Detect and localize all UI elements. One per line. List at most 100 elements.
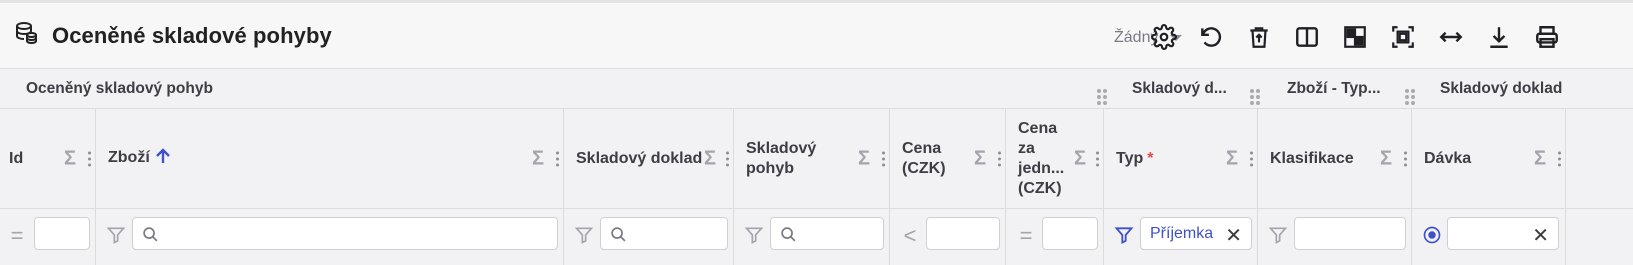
- grid-density-icon[interactable]: [1341, 23, 1369, 51]
- equals-operator[interactable]: =: [6, 223, 28, 248]
- filter-icon[interactable]: [1267, 224, 1289, 246]
- column-label: Zboží: [108, 149, 150, 166]
- group-header: Oceněný skladový pohyb: [26, 69, 213, 109]
- column-menu-icon[interactable]: [726, 151, 730, 167]
- resize-horizontal-icon[interactable]: [1437, 23, 1465, 51]
- column-header-cena-za-jednotku[interactable]: Cena za jedn... (CZK) Σ: [1006, 109, 1104, 209]
- sigma-icon[interactable]: Σ: [974, 148, 986, 171]
- column-label-line: pohyb: [746, 160, 794, 177]
- download-icon[interactable]: [1485, 23, 1513, 51]
- equals-operator[interactable]: =: [1015, 223, 1037, 248]
- search-icon: [142, 226, 159, 248]
- group-header: Skladový d...: [1132, 69, 1227, 109]
- klasifikace-filter-input[interactable]: [1294, 217, 1406, 250]
- column-header-typ[interactable]: Typ * Σ: [1104, 109, 1258, 209]
- reset-icon[interactable]: [1197, 23, 1225, 51]
- cena-za-jednotku-filter-input[interactable]: [1042, 217, 1098, 250]
- delete-icon[interactable]: [1245, 23, 1273, 51]
- filter-cell-zbozi: [96, 209, 564, 265]
- columns-icon[interactable]: [1293, 23, 1321, 51]
- less-than-operator[interactable]: <: [899, 223, 921, 248]
- search-icon: [780, 226, 797, 248]
- column-menu-icon[interactable]: [998, 151, 1002, 167]
- column-menu-icon[interactable]: [1404, 151, 1408, 167]
- column-label: Skladový doklad: [576, 150, 703, 167]
- filter-active-icon[interactable]: [1113, 224, 1135, 246]
- column-header-id[interactable]: Id Σ: [0, 109, 96, 209]
- column-label-wrap: Zboží: [108, 147, 172, 171]
- drag-handle-icon[interactable]: [1405, 89, 1415, 105]
- column-label-wrap: Cena za jedn... (CZK): [1018, 119, 1064, 199]
- column-header-davka[interactable]: Dávka Σ: [1412, 109, 1566, 209]
- data-grid: Oceněný skladový pohyb Skladový d... Zbo…: [0, 69, 1633, 265]
- title-wrap: Oceněné skladové pohyby: [14, 21, 332, 50]
- column-label-line: Cena: [902, 140, 942, 157]
- cena-filter-input[interactable]: [926, 217, 1000, 250]
- column-menu-icon[interactable]: [556, 151, 560, 167]
- typ-filter-input[interactable]: Příjemka ✕: [1140, 217, 1252, 250]
- group-header-row: Oceněný skladový pohyb Skladový d... Zbo…: [0, 69, 1633, 109]
- column-label-wrap: Skladový pohyb: [746, 139, 816, 179]
- id-filter-input[interactable]: [34, 217, 90, 250]
- column-label-line: (CZK): [902, 160, 946, 177]
- column-label-line: Skladový: [746, 140, 817, 157]
- drag-handle-icon[interactable]: [1097, 89, 1107, 105]
- print-icon[interactable]: [1533, 23, 1561, 51]
- sigma-icon[interactable]: Σ: [532, 148, 544, 171]
- column-menu-icon[interactable]: [1558, 151, 1562, 167]
- filter-cell-id: =: [0, 209, 96, 265]
- filter-cell-skladovy-doklad: [564, 209, 734, 265]
- sigma-icon[interactable]: Σ: [704, 148, 716, 171]
- required-marker: *: [1147, 150, 1154, 167]
- filter-cell-typ: Příjemka ✕: [1104, 209, 1258, 265]
- column-header-klasifikace[interactable]: Klasifikace Σ: [1258, 109, 1412, 209]
- filter-icon[interactable]: [743, 224, 765, 246]
- column-header-row: Id Σ Zboží Σ Skladový doklad Σ Skladový …: [0, 109, 1633, 209]
- radio-target-icon[interactable]: [1421, 224, 1443, 246]
- sigma-icon[interactable]: Σ: [1380, 148, 1392, 171]
- group-header: Skladový doklad: [1440, 69, 1562, 109]
- clear-icon[interactable]: ✕: [1225, 223, 1242, 248]
- skladovy-doklad-filter-input[interactable]: [600, 217, 728, 250]
- filter-cell-davka: ✕: [1412, 209, 1566, 265]
- database-icon: [14, 21, 38, 50]
- filter-cell-skladovy-pohyb: [734, 209, 890, 265]
- column-header-zbozi[interactable]: Zboží Σ: [96, 109, 564, 209]
- filter-icon[interactable]: [573, 224, 595, 246]
- column-label: Klasifikace: [1270, 150, 1354, 167]
- davka-filter-input[interactable]: ✕: [1447, 217, 1559, 250]
- filter-icon[interactable]: [105, 224, 127, 246]
- skladovy-pohyb-filter-input[interactable]: [770, 217, 884, 250]
- column-menu-icon[interactable]: [1250, 151, 1254, 167]
- column-header-skladovy-doklad[interactable]: Skladový doklad Σ: [564, 109, 734, 209]
- group-label: Zboží - Typ...: [1287, 80, 1381, 97]
- sigma-icon[interactable]: Σ: [1074, 148, 1086, 171]
- fit-screen-icon[interactable]: [1389, 23, 1417, 51]
- typ-filter-value: Příjemka: [1150, 225, 1214, 242]
- column-header-skladovy-pohyb[interactable]: Skladový pohyb Σ: [734, 109, 890, 209]
- top-bar: Oceněné skladové pohyby Žádný: [0, 0, 1633, 69]
- column-label: Typ: [1116, 150, 1144, 167]
- column-label: Id: [9, 150, 24, 167]
- column-header-cena[interactable]: Cena (CZK) Σ: [890, 109, 1006, 209]
- column-menu-icon[interactable]: [882, 151, 886, 167]
- column-menu-icon[interactable]: [1096, 151, 1100, 167]
- column-label-line: (CZK): [1018, 180, 1062, 197]
- filter-cell-cena: <: [890, 209, 1006, 265]
- group-header: Zboží - Typ...: [1287, 69, 1381, 109]
- column-label-wrap: Cena (CZK): [902, 139, 946, 179]
- sort-ascending-icon[interactable]: [154, 147, 172, 171]
- zbozi-filter-input[interactable]: [132, 217, 558, 250]
- clear-icon[interactable]: ✕: [1532, 223, 1549, 248]
- column-label-line: Cena: [1018, 120, 1058, 137]
- drag-handle-icon[interactable]: [1250, 89, 1260, 105]
- settings-icon[interactable]: [1150, 23, 1178, 51]
- column-menu-icon[interactable]: [88, 151, 92, 167]
- sigma-icon[interactable]: Σ: [64, 148, 76, 171]
- group-label: Skladový d...: [1132, 80, 1227, 97]
- filter-row: = < = Příjemka ✕ ✕: [0, 209, 1633, 265]
- sigma-icon[interactable]: Σ: [858, 148, 870, 171]
- column-label-line: jedn...: [1018, 160, 1065, 177]
- sigma-icon[interactable]: Σ: [1534, 148, 1546, 171]
- sigma-icon[interactable]: Σ: [1226, 148, 1238, 171]
